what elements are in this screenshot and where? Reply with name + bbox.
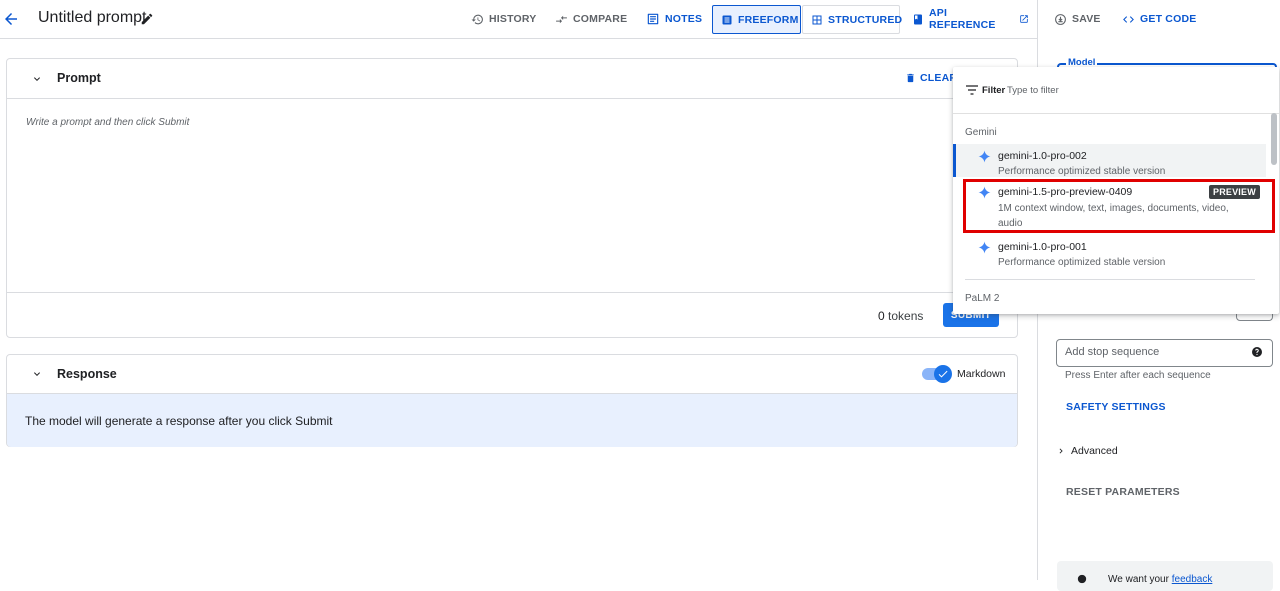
response-card: Response Markdown The model will generat… xyxy=(6,354,1018,447)
freeform-label: FREEFORM xyxy=(738,13,799,26)
markdown-label: Markdown xyxy=(957,368,1006,380)
model-option-name: gemini-1.0-pro-002 xyxy=(998,150,1087,162)
page-title: Untitled prompt xyxy=(38,9,147,26)
notes-label: NOTES xyxy=(665,13,703,25)
response-header: Response Markdown xyxy=(7,355,1017,394)
structured-button[interactable]: STRUCTURED xyxy=(802,5,903,34)
prompt-header: Prompt CLEAR xyxy=(7,59,1017,99)
highlight-box xyxy=(963,179,1275,233)
api-reference-label: API REFERENCE xyxy=(929,7,996,31)
model-option-gemini-1-0-pro-002[interactable]: gemini-1.0-pro-002 Performance optimized… xyxy=(953,144,1266,177)
notes-icon xyxy=(646,12,660,26)
freeform-button[interactable]: FREEFORM xyxy=(712,5,801,34)
filter-label: Filter xyxy=(982,85,1006,96)
history-button[interactable]: HISTORY xyxy=(463,6,545,32)
compare-label: COMPARE xyxy=(573,13,628,25)
get-code-button[interactable]: GET CODE xyxy=(1114,6,1204,32)
chevron-right-icon[interactable] xyxy=(1056,446,1066,456)
markdown-toggle[interactable] xyxy=(922,365,952,383)
response-body: The model will generate a response after… xyxy=(7,394,1017,447)
filter-row: Filter Type to filter xyxy=(953,67,1279,114)
dropdown-scrollbar[interactable] xyxy=(1271,113,1277,165)
code-icon xyxy=(1122,13,1135,26)
book-icon xyxy=(912,13,924,26)
token-count: 0 tokens xyxy=(878,309,923,323)
group-divider xyxy=(965,279,1255,280)
token-count-label: tokens xyxy=(888,309,924,323)
sparkle-icon xyxy=(978,241,991,254)
compare-icon xyxy=(555,13,568,26)
group-label-palm-2: PaLM 2 xyxy=(965,293,1000,304)
api-reference-button[interactable]: API REFERENCE xyxy=(904,6,1037,32)
model-option-gemini-1-0-pro-001[interactable]: gemini-1.0-pro-001 Performance optimized… xyxy=(953,236,1266,272)
history-label: HISTORY xyxy=(489,13,537,25)
model-option-description: Performance optimized stable version xyxy=(998,166,1166,177)
prompt-title: Prompt xyxy=(57,71,101,85)
save-button[interactable]: SAVE xyxy=(1046,6,1109,32)
model-option-name: gemini-1.0-pro-001 xyxy=(998,241,1087,253)
structured-icon xyxy=(811,14,823,26)
freeform-icon xyxy=(721,14,733,26)
top-toolbar: Untitled prompt HISTORY COMPARE NOTES FR… xyxy=(0,0,1037,39)
stop-sequence-placeholder: Add stop sequence xyxy=(1065,346,1160,358)
info-icon xyxy=(1077,574,1087,584)
get-code-label: GET CODE xyxy=(1140,13,1197,25)
trash-icon xyxy=(905,72,916,84)
prompt-card: Prompt CLEAR Write a prompt and then cli… xyxy=(6,58,1018,338)
chevron-down-icon[interactable] xyxy=(31,368,43,380)
notes-button[interactable]: NOTES xyxy=(638,6,710,32)
prompt-input[interactable]: Write a prompt and then click Submit xyxy=(26,117,189,128)
clear-button[interactable]: CLEAR xyxy=(905,72,957,84)
response-placeholder: The model will generate a response after… xyxy=(25,414,333,428)
chevron-down-icon[interactable] xyxy=(31,73,43,85)
safety-settings-button[interactable]: SAFETY SETTINGS xyxy=(1066,401,1166,413)
help-icon[interactable] xyxy=(1251,346,1263,358)
save-label: SAVE xyxy=(1072,13,1101,25)
reset-parameters-button[interactable]: RESET PARAMETERS xyxy=(1066,486,1180,498)
token-count-value: 0 xyxy=(878,309,885,323)
filter-icon xyxy=(966,85,978,95)
prompt-footer: 0 tokens SUBMIT xyxy=(7,292,1017,339)
filter-input[interactable]: Type to filter xyxy=(1007,85,1059,96)
sparkle-icon xyxy=(978,150,991,163)
response-title: Response xyxy=(57,367,117,381)
model-option-description: Performance optimized stable version xyxy=(998,257,1166,268)
check-icon xyxy=(934,365,952,383)
right-toolbar: SAVE GET CODE xyxy=(1038,0,1280,38)
back-arrow-icon[interactable] xyxy=(2,10,20,28)
stop-sequence-hint: Press Enter after each sequence xyxy=(1065,370,1211,381)
compare-button[interactable]: COMPARE xyxy=(547,6,635,32)
group-label-gemini: Gemini xyxy=(965,127,997,138)
clear-label: CLEAR xyxy=(920,72,958,84)
history-icon xyxy=(471,13,484,26)
save-icon xyxy=(1054,13,1067,26)
external-link-icon xyxy=(1019,14,1029,24)
structured-label: STRUCTURED xyxy=(828,13,903,26)
edit-title-icon[interactable] xyxy=(140,12,154,26)
advanced-toggle[interactable]: Advanced xyxy=(1071,445,1118,457)
